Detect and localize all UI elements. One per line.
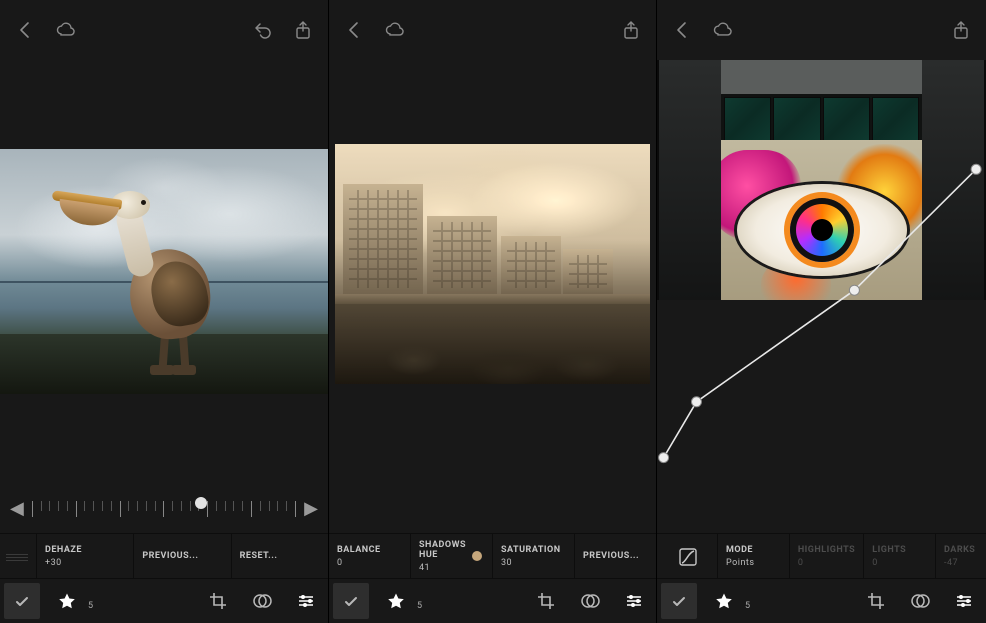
share-icon[interactable]	[950, 19, 972, 41]
star-rating-value: 5	[417, 601, 422, 611]
crop-icon[interactable]	[200, 583, 236, 619]
param-row: MODE Points HIGHLIGHTS 0 LIGHTS 0 DARKS …	[657, 533, 986, 579]
param-curve-icon[interactable]	[657, 534, 717, 578]
star-rating-button[interactable]	[377, 583, 413, 619]
param-label: DEHAZE	[45, 545, 125, 555]
adjust-color-icon[interactable]	[244, 583, 280, 619]
undo-icon[interactable]	[252, 19, 274, 41]
param-label: RESET...	[240, 551, 320, 561]
param-preview-icon[interactable]	[0, 534, 36, 578]
ruler-right-icon[interactable]: ▶	[304, 498, 318, 519]
star-rating-value: 5	[745, 601, 750, 611]
param-value: 0	[798, 558, 855, 568]
param-value: +30	[45, 558, 125, 568]
photo-canvas[interactable]	[0, 60, 328, 483]
photo-cityscape	[335, 144, 650, 384]
photo-canvas[interactable]	[329, 60, 656, 467]
param-balance[interactable]: BALANCE 0	[329, 534, 410, 578]
param-label: SATURATION	[501, 545, 566, 555]
photo-pelican	[0, 149, 328, 394]
param-value: 0	[872, 558, 927, 568]
param-row: DEHAZE +30 PREVIOUS... RESET...	[0, 533, 328, 579]
param-dehaze[interactable]: DEHAZE +30	[36, 534, 133, 578]
param-value: Points	[726, 558, 781, 568]
topbar	[657, 0, 986, 60]
cloud-icon[interactable]	[711, 19, 733, 41]
photo-canvas[interactable]	[657, 60, 986, 533]
sliders-icon[interactable]	[288, 583, 324, 619]
param-value: 0	[337, 558, 402, 568]
param-label: PREVIOUS...	[583, 551, 648, 561]
param-saturation[interactable]: SATURATION 30	[492, 534, 574, 578]
param-label: HIGHLIGHTS	[798, 545, 855, 555]
topbar	[329, 0, 656, 60]
ruler-left-icon[interactable]: ◀	[10, 498, 24, 519]
sliders-icon[interactable]	[616, 583, 652, 619]
param-reset[interactable]: RESET...	[231, 534, 328, 578]
back-icon[interactable]	[343, 19, 365, 41]
param-previous[interactable]: PREVIOUS...	[133, 534, 230, 578]
editor-panel-3: MODE Points HIGHLIGHTS 0 LIGHTS 0 DARKS …	[657, 0, 986, 623]
adjust-color-icon[interactable]	[902, 583, 938, 619]
flag-check-button[interactable]	[4, 583, 40, 619]
star-rating-value: 5	[88, 601, 93, 611]
share-icon[interactable]	[620, 19, 642, 41]
star-rating-button[interactable]	[705, 583, 741, 619]
param-label: BALANCE	[337, 545, 402, 555]
param-highlights: HIGHLIGHTS 0	[789, 534, 863, 578]
bottom-toolbar: 5	[657, 579, 986, 623]
crop-icon[interactable]	[528, 583, 564, 619]
param-lights: LIGHTS 0	[863, 534, 935, 578]
ruler-thumb[interactable]	[195, 497, 207, 509]
editor-panel-2: BALANCE 0 SHADOWS HUE 41 SATURATION 30 P…	[328, 0, 657, 623]
adjust-color-icon[interactable]	[572, 583, 608, 619]
editor-panel-1: ◀ ▶ DEHAZE +30 PREVIOUS... RESET...	[0, 0, 328, 623]
param-previous[interactable]: PREVIOUS...	[574, 534, 656, 578]
param-mode[interactable]: MODE Points	[717, 534, 789, 578]
back-icon[interactable]	[671, 19, 693, 41]
topbar	[0, 0, 328, 60]
param-shadows-hue[interactable]: SHADOWS HUE 41	[410, 534, 492, 578]
crop-icon[interactable]	[858, 583, 894, 619]
param-label: PREVIOUS...	[142, 551, 222, 561]
param-label: MODE	[726, 545, 781, 555]
bottom-toolbar: 5	[0, 579, 328, 623]
param-darks: DARKS -47	[935, 534, 986, 578]
param-row: BALANCE 0 SHADOWS HUE 41 SATURATION 30 P…	[329, 533, 656, 579]
sliders-icon[interactable]	[946, 583, 982, 619]
photo-graffiti-eye	[657, 60, 986, 300]
bottom-toolbar: 5	[329, 579, 656, 623]
star-rating-button[interactable]	[48, 583, 84, 619]
back-icon[interactable]	[14, 19, 36, 41]
param-value: 30	[501, 558, 566, 568]
flag-check-button[interactable]	[333, 583, 369, 619]
value-ruler[interactable]: ◀ ▶	[0, 483, 328, 533]
flag-check-button[interactable]	[661, 583, 697, 619]
param-label: DARKS	[944, 545, 978, 555]
hue-swatch-icon	[472, 551, 482, 561]
cloud-icon[interactable]	[383, 19, 405, 41]
share-icon[interactable]	[292, 19, 314, 41]
cloud-icon[interactable]	[54, 19, 76, 41]
param-value: -47	[944, 558, 978, 568]
param-label: LIGHTS	[872, 545, 927, 555]
param-value: 41	[419, 563, 484, 573]
